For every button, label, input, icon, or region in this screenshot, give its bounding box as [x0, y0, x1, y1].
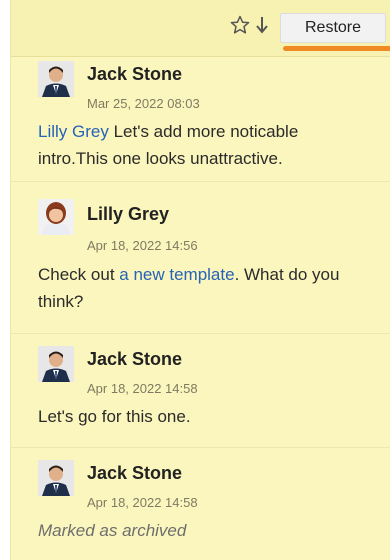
- comment-author: Lilly Grey: [87, 204, 170, 224]
- comment-text: Let's go for this one.: [38, 407, 191, 426]
- user-mention-link[interactable]: Lilly Grey: [38, 122, 109, 141]
- restore-accent-bar: [283, 46, 390, 51]
- comment-body: Lilly Grey Let's add more noticable intr…: [38, 118, 368, 172]
- template-link[interactable]: a new template: [119, 265, 234, 284]
- comment-author: Jack Stone: [87, 349, 183, 369]
- star-icon[interactable]: [229, 12, 251, 38]
- comment-timestamp: Apr 18, 2022 14:58: [87, 381, 198, 396]
- comment-author: Jack Stone: [87, 64, 183, 84]
- avatar: [38, 346, 74, 382]
- comment-body: Let's go for this one.: [38, 403, 368, 430]
- comment-author: Jack Stone: [87, 463, 183, 483]
- comments-panel: Restore Jack Stone Mar 25, 2022 08:03 Li…: [10, 0, 390, 560]
- comment-body: Check out a new template. What do you th…: [38, 261, 368, 315]
- comment-item: Jack Stone Mar 25, 2022 08:03 Lilly Grey…: [11, 56, 390, 182]
- comment-text: Check out: [38, 265, 120, 284]
- arrow-down-icon[interactable]: [251, 12, 273, 38]
- comment-item: Jack Stone Apr 18, 2022 14:58 Marked as …: [11, 447, 390, 560]
- comment-item: Jack Stone Apr 18, 2022 14:58 Let's go f…: [11, 333, 390, 448]
- comment-timestamp: Mar 25, 2022 08:03: [87, 96, 200, 111]
- avatar: [38, 199, 74, 235]
- comment-timestamp: Apr 18, 2022 14:56: [87, 238, 198, 253]
- archived-status-text: Marked as archived: [38, 521, 187, 540]
- comment-body-archived: Marked as archived: [38, 517, 368, 544]
- comment-item: Lilly Grey Apr 18, 2022 14:56 Check out …: [11, 181, 390, 334]
- avatar: [38, 61, 74, 97]
- comment-timestamp: Apr 18, 2022 14:58: [87, 495, 198, 510]
- avatar: [38, 460, 74, 496]
- restore-button[interactable]: Restore: [280, 13, 386, 43]
